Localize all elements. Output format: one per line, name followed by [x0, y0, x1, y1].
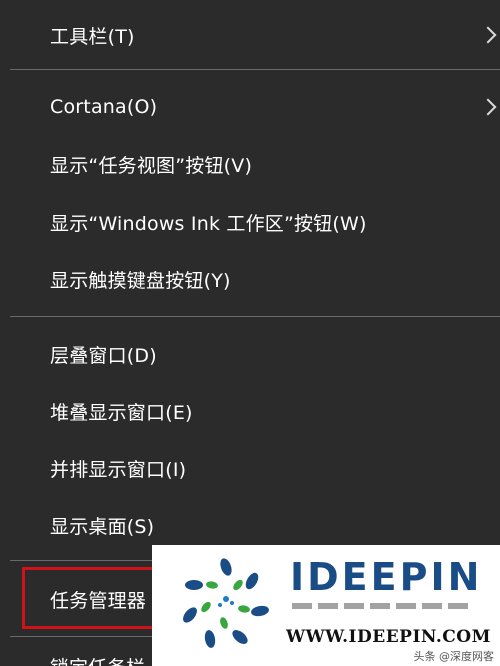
menu-item-cascade-windows[interactable]: 层叠窗口(D) — [0, 334, 500, 374]
source-credit: 头条 @深度网客 — [413, 650, 495, 663]
menu-item-toolbars[interactable]: 工具栏(T) — [0, 15, 500, 55]
menu-item-show-windows-ink-button[interactable]: 显示“Windows Ink 工作区”按钮(W) — [0, 202, 500, 242]
menu-item-side-by-side-windows[interactable]: 并排显示窗口(I) — [0, 448, 500, 488]
menu-item-label: 显示桌面(S) — [50, 515, 155, 538]
menu-item-show-desktop[interactable]: 显示桌面(S) — [0, 505, 500, 545]
menu-item-label: 显示“Windows Ink 工作区”按钮(W) — [50, 212, 367, 235]
menu-item-label: 层叠窗口(D) — [50, 344, 157, 367]
task-manager-highlight-box — [22, 567, 172, 629]
menu-item-cortana[interactable]: Cortana(O) — [0, 87, 500, 127]
chevron-right-icon — [479, 26, 497, 44]
menu-item-label: 并排显示窗口(I) — [50, 458, 187, 481]
ideepin-logo-icon — [183, 558, 269, 648]
chevron-right-icon — [479, 98, 497, 116]
menu-item-label: 堆叠显示窗口(E) — [50, 401, 193, 424]
menu-item-label: Cortana(O) — [50, 96, 158, 118]
menu-separator — [10, 316, 500, 317]
ideepin-brand-text: IDEEPIN — [290, 555, 483, 599]
menu-item-lock-taskbar[interactable]: 锁定任务栏 — [50, 653, 145, 666]
menu-item-show-touch-keyboard-button[interactable]: 显示触摸键盘按钮(Y) — [0, 259, 500, 299]
menu-item-stack-windows[interactable]: 堆叠显示窗口(E) — [0, 391, 500, 431]
menu-item-label: 工具栏(T) — [50, 25, 135, 48]
ideepin-url-text: WWW.IDEEPIN.COM — [286, 627, 491, 647]
menu-item-label: 显示“任务视图”按钮(V) — [50, 154, 253, 177]
brand-decorative-strip — [292, 603, 472, 609]
ideepin-watermark: IDEEPIN WWW.IDEEPIN.COM 头条 @深度网客 — [152, 545, 500, 666]
menu-item-label: 显示触摸键盘按钮(Y) — [50, 269, 231, 292]
menu-separator — [10, 69, 500, 70]
menu-item-show-task-view-button[interactable]: 显示“任务视图”按钮(V) — [0, 144, 500, 184]
